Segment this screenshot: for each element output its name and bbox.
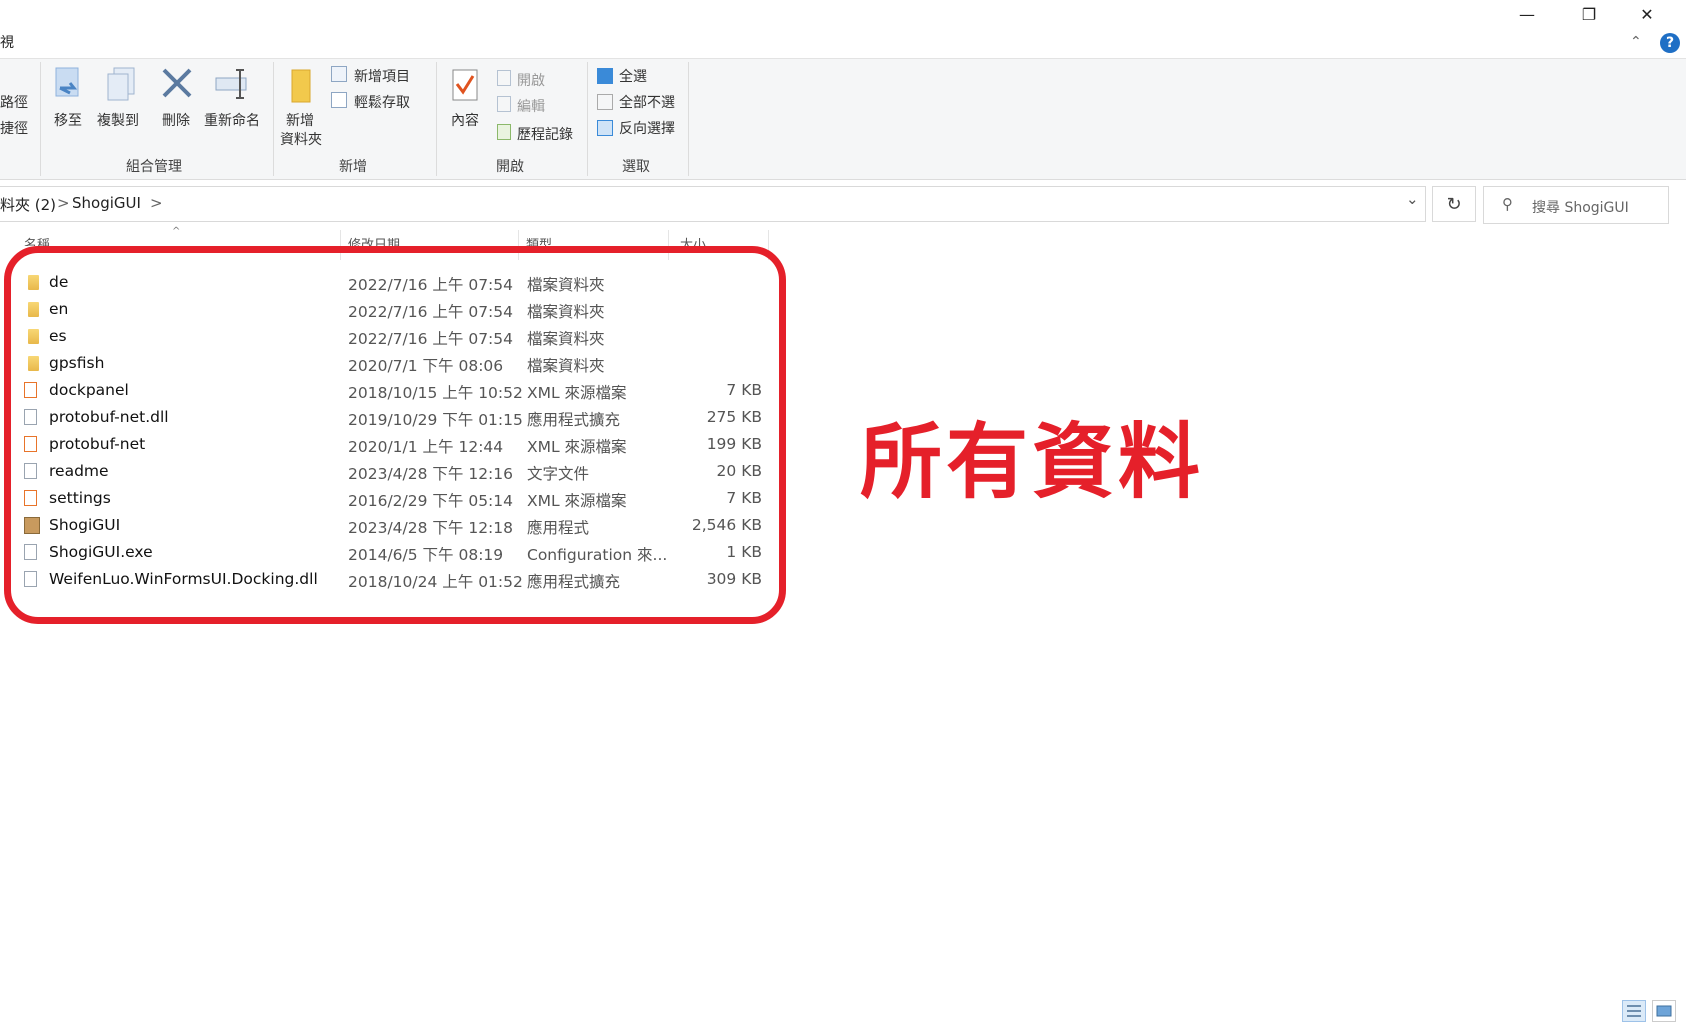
title-bar (0, 0, 1686, 28)
select-all-button[interactable]: 全選 (619, 66, 647, 86)
paste-shortcut-button[interactable]: 捷徑 (0, 118, 28, 138)
new-item-icon (331, 66, 347, 82)
close-button[interactable]: ✕ (1618, 0, 1676, 28)
rename-icon (215, 69, 247, 99)
breadcrumb-parent[interactable]: 料夾 (2) (0, 194, 56, 215)
history-icon (497, 124, 511, 140)
new-group-title: 新增 (339, 159, 367, 175)
properties-icon (452, 69, 478, 101)
rename-button[interactable] (214, 66, 254, 106)
column-header-name[interactable]: 名稱 (24, 234, 50, 246)
open-button[interactable]: 開啟 (517, 70, 545, 90)
refresh-button[interactable]: ↻ (1432, 186, 1476, 222)
sort-arrow-icon: ^ (172, 226, 181, 237)
copy-to-label: 複製到 (97, 113, 139, 129)
address-bar[interactable] (0, 186, 1426, 222)
details-view-button[interactable] (1622, 1000, 1646, 1022)
invert-selection-button[interactable]: 反向選擇 (619, 118, 675, 138)
tab-view[interactable]: 視 (0, 32, 14, 52)
edit-button[interactable]: 編輯 (517, 96, 545, 116)
properties-button[interactable] (451, 68, 481, 106)
annotation-label: 所有資料 (860, 415, 1205, 510)
copy-path-button[interactable]: 路徑 (0, 92, 28, 112)
invert-selection-icon (597, 120, 613, 136)
edit-icon (497, 96, 511, 112)
select-all-icon (597, 68, 613, 84)
properties-label: 內容 (451, 113, 479, 129)
easy-access-button[interactable]: 輕鬆存取 (354, 92, 410, 112)
collapse-ribbon-icon[interactable]: ⌃ (1630, 34, 1642, 50)
ribbon-separator (40, 62, 41, 176)
breadcrumb-chevron-icon[interactable]: > (150, 194, 163, 212)
delete-label: 刪除 (162, 113, 190, 129)
ribbon-separator (688, 62, 689, 176)
history-button[interactable]: 歷程記錄 (517, 124, 573, 144)
new-folder-button[interactable] (288, 68, 318, 108)
move-to-label: 移至 (54, 113, 82, 129)
search-box[interactable]: ⚲ 搜尋 ShogiGUI (1483, 186, 1669, 224)
copy-to-icon (107, 67, 135, 101)
easy-access-icon (331, 92, 347, 108)
copy-to-button[interactable] (104, 66, 144, 110)
help-icon[interactable]: ? (1660, 33, 1680, 53)
move-to-icon (55, 67, 79, 97)
rename-label: 重新命名 (204, 113, 260, 129)
restore-button[interactable]: ❐ (1560, 0, 1618, 28)
open-icon (497, 70, 511, 86)
delete-icon (162, 68, 192, 98)
breadcrumb-chevron-icon[interactable]: > (57, 194, 70, 212)
select-none-icon (597, 94, 613, 110)
select-group-title: 選取 (622, 159, 650, 175)
large-icons-view-button[interactable] (1652, 1000, 1676, 1022)
new-folder-label-line1: 新增 (286, 113, 314, 129)
ribbon-separator (587, 62, 588, 176)
ribbon-separator (273, 62, 274, 176)
search-icon: ⚲ (1502, 195, 1513, 213)
column-header-size[interactable]: 大小 (680, 234, 706, 246)
new-folder-icon (291, 69, 311, 103)
select-none-button[interactable]: 全部不選 (619, 92, 675, 112)
highlight-frame (4, 246, 786, 624)
column-header-type[interactable]: 類型 (526, 234, 552, 246)
new-folder-label-line2: 資料夾 (280, 132, 322, 148)
details-view-icon (1627, 1005, 1641, 1017)
new-item-button[interactable]: 新增項目 (354, 66, 410, 86)
delete-button[interactable] (160, 66, 196, 106)
large-icons-view-icon (1656, 1005, 1672, 1017)
open-group-title: 開啟 (496, 159, 524, 175)
search-input[interactable]: 搜尋 ShogiGUI (1532, 197, 1629, 217)
organize-group-title: 組合管理 (126, 159, 182, 175)
column-header-date[interactable]: 修改日期 (348, 234, 400, 246)
minimize-button[interactable]: — (1498, 0, 1556, 28)
breadcrumb-current[interactable]: ShogiGUI (72, 194, 141, 212)
ribbon-separator (436, 62, 437, 176)
address-dropdown-icon[interactable]: ⌄ (1406, 190, 1419, 208)
